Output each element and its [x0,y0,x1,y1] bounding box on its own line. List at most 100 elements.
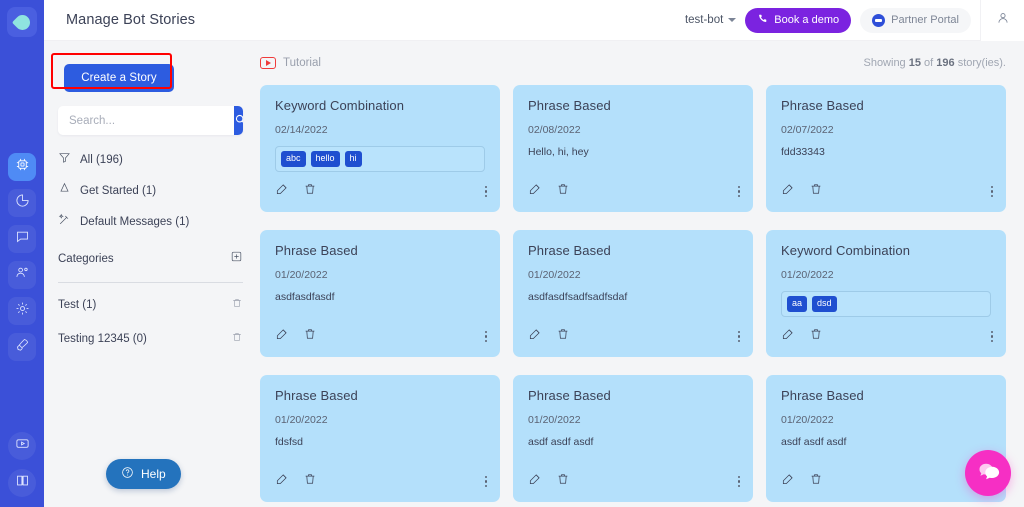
story-more-menu-button[interactable] [991,186,993,197]
story-more-menu-button[interactable] [738,331,740,342]
edit-pencil-icon [528,472,542,491]
edit-story-button[interactable] [528,182,542,201]
chat-widget-button[interactable] [965,450,1011,496]
edit-pencil-icon [275,327,289,346]
delete-story-button[interactable] [556,472,570,491]
story-card-date: 02/08/2022 [528,124,738,136]
delete-story-button[interactable] [556,182,570,201]
rail-item-growth[interactable] [8,333,36,361]
left-nav-rail [0,0,44,507]
story-card[interactable]: Phrase Based02/08/2022Hello, hi, hey [513,85,753,212]
edit-story-button[interactable] [781,472,795,491]
story-card[interactable]: Phrase Based01/20/2022asdfasdfasdf [260,230,500,357]
main-column: Manage Bot Stories test-bot Book a demo … [44,0,1024,507]
delete-story-button[interactable] [809,472,823,491]
story-card[interactable]: Keyword Combination02/14/2022abchellohi [260,85,500,212]
story-phrase-text: Hello, hi, hey [528,146,738,158]
edit-story-button[interactable] [781,182,795,201]
chat-bubble-icon [15,229,30,249]
delete-category-button[interactable] [231,296,243,314]
trash-icon [556,472,570,491]
search-input[interactable] [58,106,234,135]
edit-story-button[interactable] [781,327,795,346]
sidebar-filter-all[interactable]: All (196) [58,151,243,169]
story-more-menu-button[interactable] [485,331,487,342]
category-item[interactable]: Testing 12345 (0) [58,330,243,348]
edit-story-button[interactable] [275,182,289,201]
sidebar-filter-get-started[interactable]: Get Started (1) [58,182,243,200]
edit-story-button[interactable] [528,327,542,346]
edit-story-button[interactable] [275,472,289,491]
delete-story-button[interactable] [303,472,317,491]
rail-item-analytics[interactable] [8,189,36,217]
delete-story-button[interactable] [303,327,317,346]
partner-badge-icon [872,14,885,27]
kebab-menu-icon [485,186,487,188]
sidebar-filter-default-messages[interactable]: Default Messages (1) [58,213,243,231]
delete-story-button[interactable] [809,327,823,346]
story-card[interactable]: Phrase Based01/20/2022asdf asdf asdf [513,375,753,502]
edit-story-button[interactable] [275,327,289,346]
app-logo[interactable] [7,7,37,37]
story-more-menu-button[interactable] [738,476,740,487]
story-more-menu-button[interactable] [485,186,487,197]
add-category-button[interactable] [230,250,243,268]
rail-item-bot-builder[interactable] [8,153,36,181]
partner-portal-button[interactable]: Partner Portal [860,8,971,33]
top-bar-actions: test-bot Book a demo Partner Portal [685,0,1024,40]
trash-icon [809,182,823,201]
story-more-menu-button[interactable] [738,186,740,197]
story-card-date: 02/14/2022 [275,124,485,136]
chat-bubbles-icon [976,459,1000,488]
edit-pencil-icon [275,472,289,491]
flag-icon [58,182,71,200]
kebab-menu-icon [738,331,740,333]
magic-wand-icon [58,213,71,231]
stories-sidebar: Create a Story [44,41,257,507]
delete-story-button[interactable] [303,182,317,201]
user-account-icon [996,11,1010,30]
partner-portal-label: Partner Portal [891,14,959,26]
rail-item-docs[interactable] [8,469,36,497]
category-item[interactable]: Test (1) [58,296,243,314]
help-button[interactable]: Help [106,459,181,489]
story-card[interactable]: Phrase Based02/07/2022fdd33343 [766,85,1006,212]
search-submit-button[interactable] [234,106,243,135]
delete-category-button[interactable] [231,330,243,348]
category-name: Testing 12345 (0) [58,333,147,345]
add-square-icon [230,250,243,267]
rail-item-settings[interactable] [8,297,36,325]
search-icon [234,113,243,129]
story-card-title: Phrase Based [528,243,738,258]
showing-middle: of [921,57,936,69]
account-menu-button[interactable] [980,0,1024,41]
delete-story-button[interactable] [809,182,823,201]
rail-item-video-tutorials[interactable] [8,432,36,460]
keyword-chip: aa [787,296,807,312]
trash-icon [809,327,823,346]
create-a-story-button[interactable]: Create a Story [64,64,174,92]
edit-story-button[interactable] [528,472,542,491]
story-card[interactable]: Keyword Combination01/20/2022aadsd [766,230,1006,357]
story-more-menu-button[interactable] [991,331,993,342]
bot-selector[interactable]: test-bot [685,14,736,26]
keyword-chip: dsd [812,296,837,312]
book-a-demo-button[interactable]: Book a demo [745,8,851,33]
story-card-title: Phrase Based [275,388,485,403]
tutorial-link[interactable]: Tutorial [260,57,321,69]
story-card-title: Keyword Combination [275,98,485,113]
story-phrase-text: fdd33343 [781,146,991,158]
story-card[interactable]: Phrase Based01/20/2022asdfasdfsadfsadfsd… [513,230,753,357]
story-card[interactable]: Phrase Based01/20/2022fdsfsd [260,375,500,502]
story-card-actions [528,472,740,491]
story-card-title: Phrase Based [528,388,738,403]
phone-icon [757,13,768,27]
rail-item-inbox[interactable] [8,225,36,253]
documentation-book-icon [15,473,30,493]
showing-count: 15 [909,57,921,69]
rail-item-audience[interactable] [8,261,36,289]
bot-selector-label: test-bot [685,14,723,26]
delete-story-button[interactable] [556,327,570,346]
story-card-actions [528,327,740,346]
story-more-menu-button[interactable] [485,476,487,487]
